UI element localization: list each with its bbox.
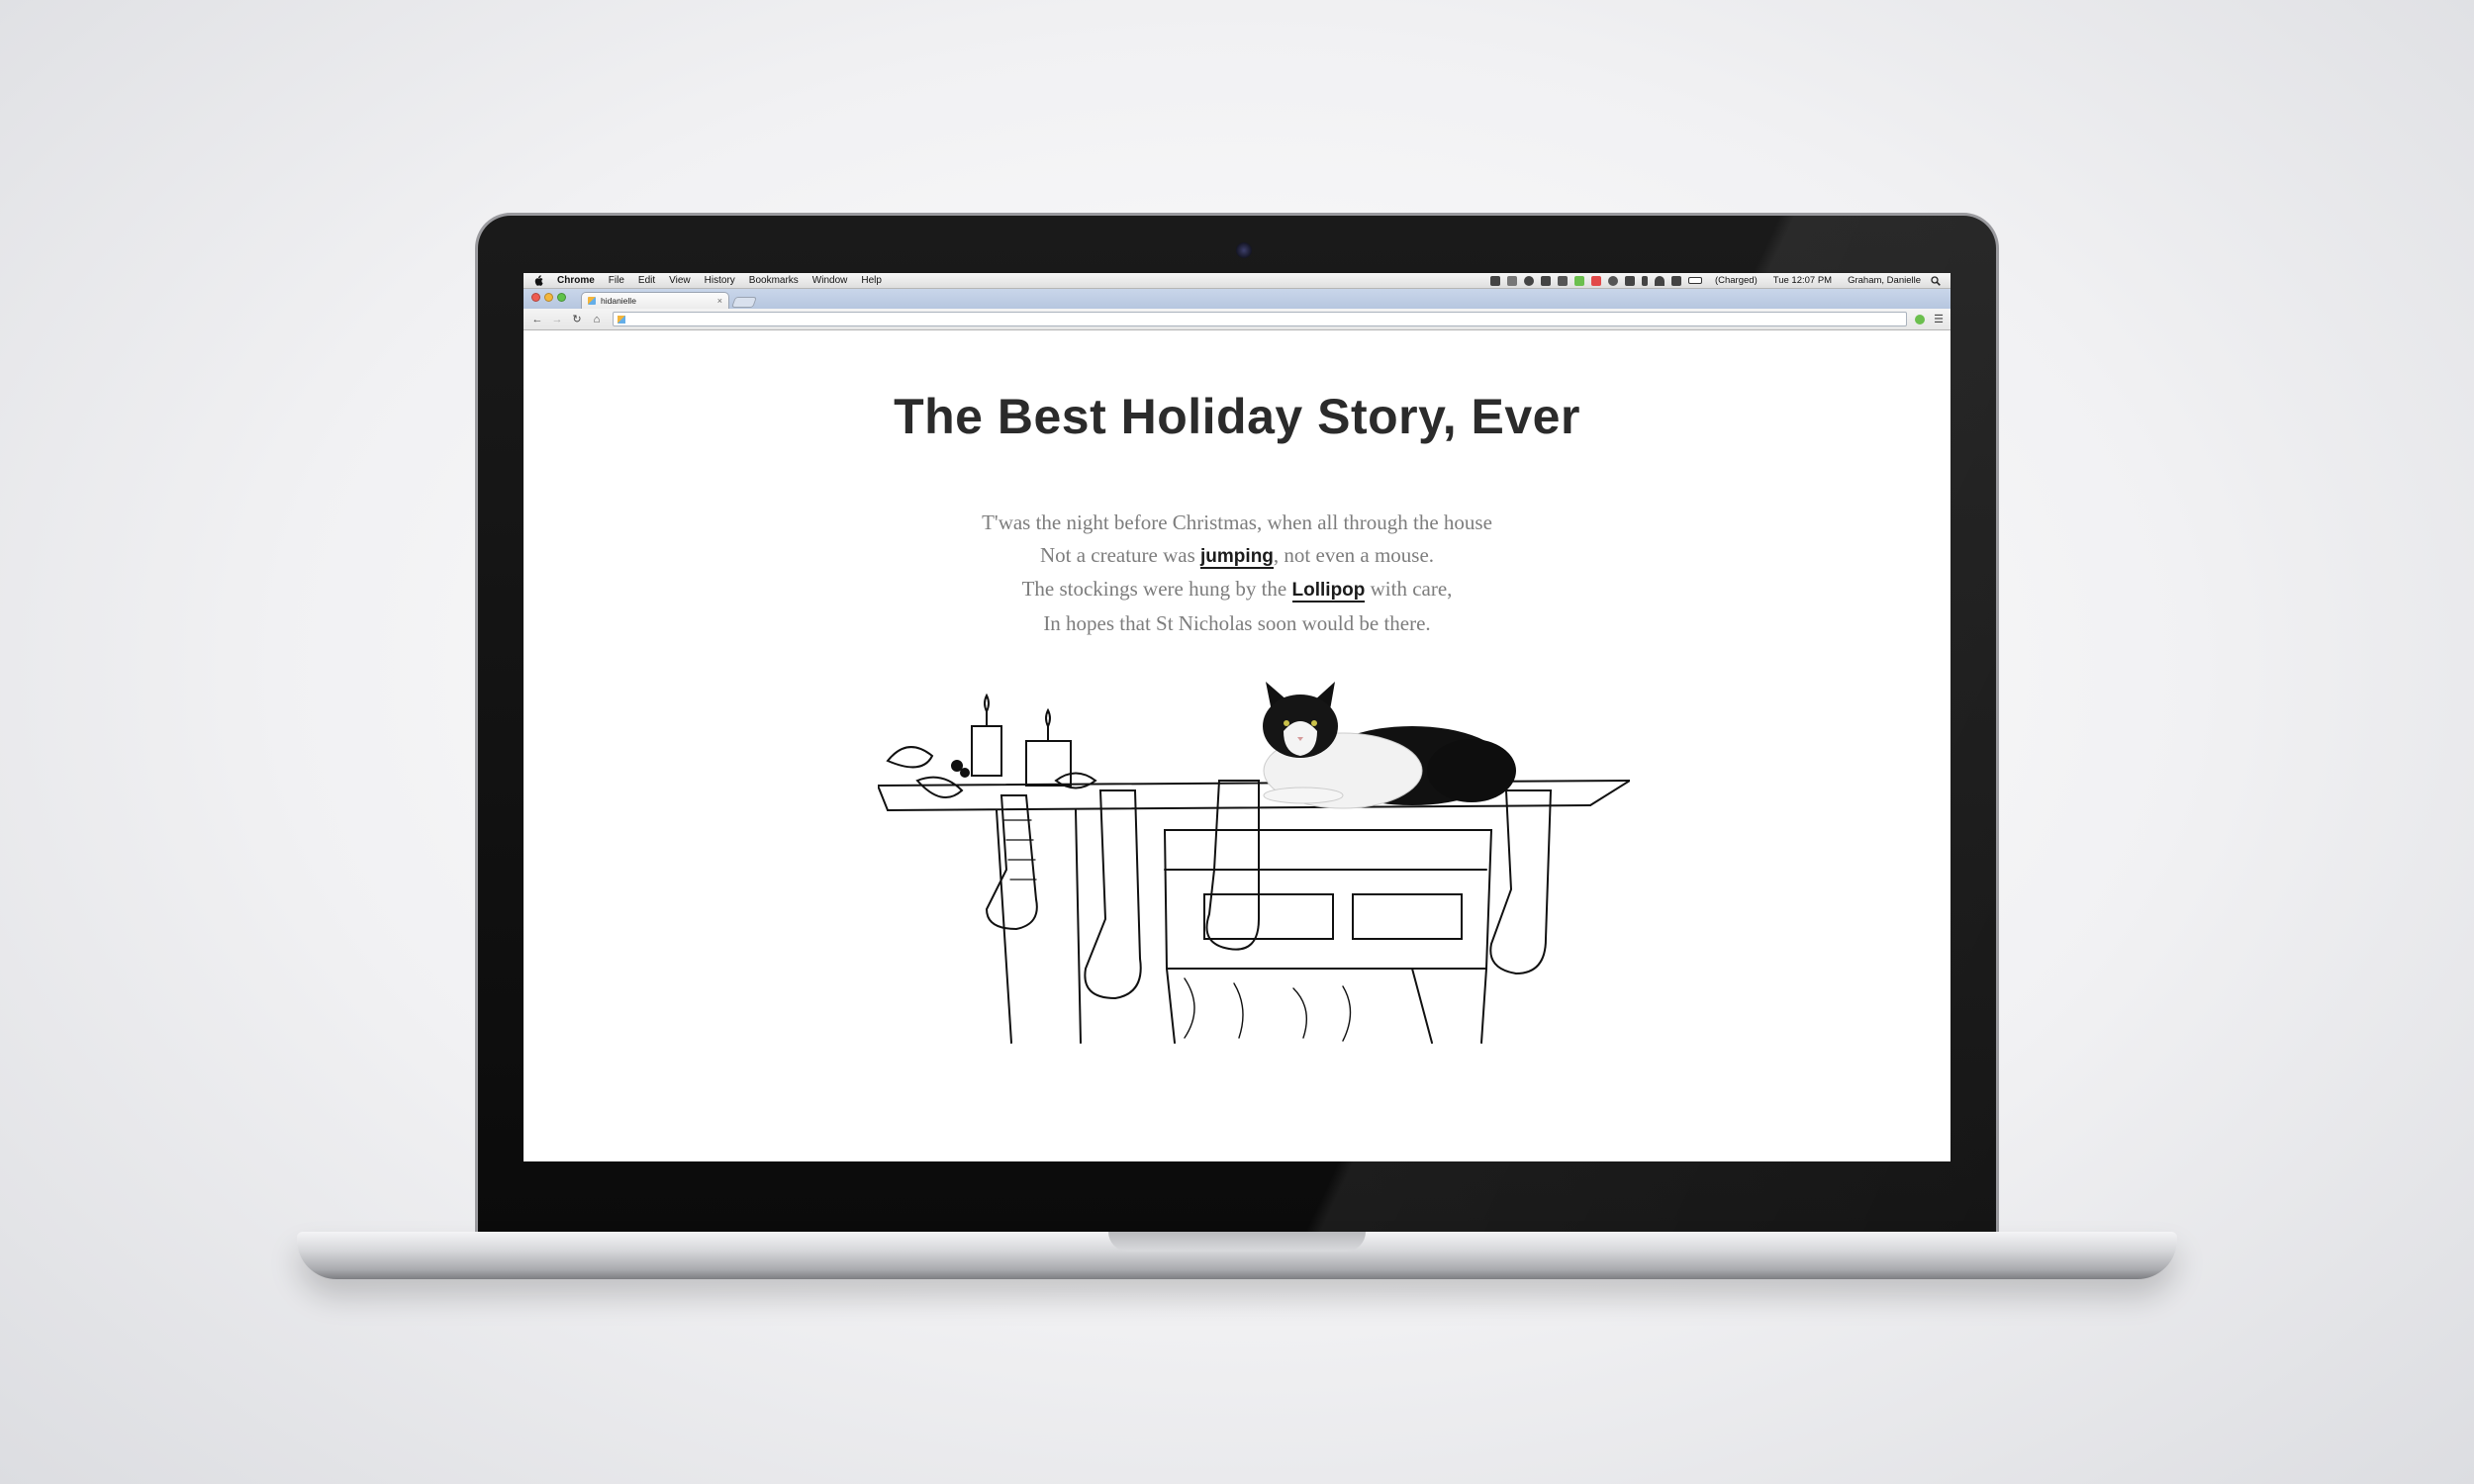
display-icon[interactable] (1624, 275, 1635, 286)
omnibox-favicon-icon (618, 315, 625, 324)
tab-close-icon[interactable]: × (717, 296, 722, 306)
evernote-icon[interactable] (1573, 275, 1584, 286)
laptop-base (297, 1232, 2177, 1279)
zoom-window-button[interactable] (557, 293, 566, 302)
laptop-notch (1108, 1232, 1366, 1252)
drive-icon[interactable] (1540, 275, 1551, 286)
time-machine-icon[interactable] (1607, 275, 1618, 286)
tab-title: hidanielle (601, 296, 636, 306)
poem-line-2: Not a creature was jumping, not even a m… (523, 539, 1951, 574)
mac-menubar: Chrome File Edit View History Bookmarks … (523, 273, 1951, 289)
dropbox-icon[interactable] (1489, 275, 1500, 286)
poem-line-2-post: , not even a mouse. (1273, 542, 1435, 567)
menu-help[interactable]: Help (861, 275, 882, 286)
address-bar[interactable] (613, 312, 1907, 326)
apple-icon[interactable] (533, 275, 543, 286)
home-icon[interactable]: ⌂ (589, 313, 605, 326)
new-tab-button[interactable] (730, 297, 758, 308)
search-icon[interactable] (1931, 275, 1941, 286)
poem-line-1-text: T'was the night before Christmas, when a… (982, 510, 1492, 534)
status-icon-2[interactable] (1506, 275, 1517, 286)
fireplace-illustration (878, 682, 1630, 1044)
status-icon-7[interactable] (1590, 275, 1601, 286)
menu-window[interactable]: Window (812, 275, 848, 286)
menu-history[interactable]: History (705, 275, 735, 286)
web-page: The Best Holiday Story, Ever T'was the n… (523, 330, 1951, 1159)
poem-line-4: In hopes that St Nicholas soon would be … (523, 607, 1951, 640)
evernote-extension-icon[interactable] (1915, 314, 1925, 325)
forward-icon[interactable]: → (549, 313, 565, 326)
menu-bookmarks[interactable]: Bookmarks (749, 275, 799, 286)
window-controls (531, 293, 570, 302)
back-icon[interactable]: ← (529, 313, 545, 326)
wifi-icon[interactable] (1654, 275, 1665, 286)
mail-icon[interactable] (1557, 275, 1568, 286)
jumping-link[interactable]: jumping (1200, 545, 1274, 569)
lollipop-link[interactable]: Lollipop (1291, 580, 1366, 603)
menubar-clock[interactable]: Tue 12:07 PM (1773, 275, 1832, 286)
menu-edit[interactable]: Edit (638, 275, 655, 286)
menu-view[interactable]: View (669, 275, 691, 286)
poem: T'was the night before Christmas, when a… (523, 507, 1951, 639)
poem-line-3-post: with care, (1365, 577, 1453, 601)
menu-file[interactable]: File (609, 275, 624, 286)
close-window-button[interactable] (531, 293, 540, 302)
page-title: The Best Holiday Story, Ever (894, 389, 1580, 444)
tab-strip: hidanielle × (523, 289, 1951, 309)
reload-icon[interactable]: ↻ (569, 313, 585, 326)
poem-line-3: The stockings were hung by the Lollipop … (523, 573, 1951, 607)
poem-line-4-text: In hopes that St Nicholas soon would be … (1043, 610, 1431, 635)
poem-line-1: T'was the night before Christmas, when a… (523, 507, 1951, 539)
menu-icon[interactable]: ☰ (1933, 314, 1945, 325)
poem-line-2-pre: Not a creature was (1039, 542, 1201, 567)
poem-line-3-pre: The stockings were hung by the (1021, 577, 1292, 601)
cat-image (1263, 682, 1516, 809)
battery-icon (1687, 277, 1702, 284)
menubar-user[interactable]: Graham, Danielle (1848, 275, 1921, 286)
menu-app-chrome[interactable]: Chrome (557, 275, 595, 286)
status-icon-3[interactable] (1523, 275, 1534, 286)
volume-icon[interactable] (1670, 275, 1681, 286)
laptop-lid: Chrome File Edit View History Bookmarks … (475, 213, 1999, 1232)
bluetooth-icon[interactable] (1641, 275, 1648, 286)
camera-icon (1236, 242, 1252, 258)
tab-favicon-icon (588, 297, 596, 305)
browser-toolbar: ← → ↻ ⌂ ☰ (523, 309, 1951, 330)
screen: Chrome File Edit View History Bookmarks … (523, 273, 1951, 1161)
browser-tab[interactable]: hidanielle × (581, 292, 729, 309)
minimize-window-button[interactable] (544, 293, 553, 302)
battery-status: (Charged) (1714, 275, 1758, 286)
